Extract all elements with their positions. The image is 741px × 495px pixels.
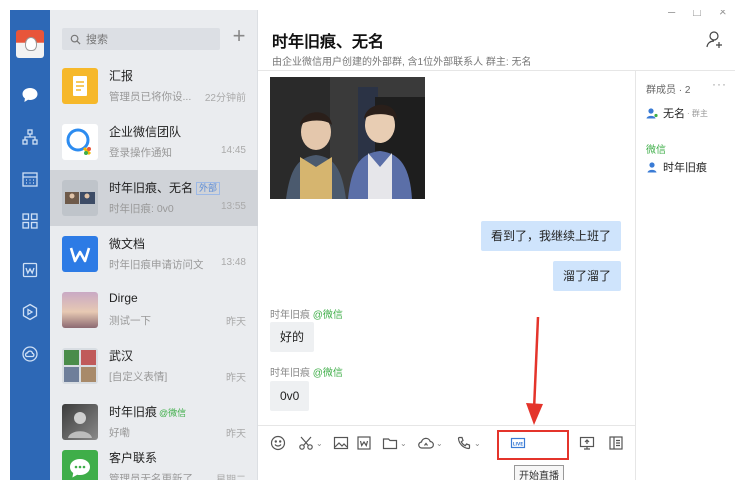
members-count: 群成员 · 2 — [646, 85, 691, 96]
conversation-time: 14:45 — [220, 145, 246, 156]
report-icon — [62, 68, 98, 104]
image-message[interactable] — [270, 77, 425, 199]
input-toolbar: ⌄ ⌄ ⌄ ⌄ LIVE — [258, 430, 635, 458]
emoji-icon[interactable] — [270, 434, 286, 452]
conversation-item[interactable]: 企业微信团队 登录操作通知 14:45 — [50, 114, 258, 170]
search-icon — [70, 34, 81, 45]
contact-avatar — [62, 404, 98, 440]
conversation-title: 时年旧痕 @微信 — [109, 405, 187, 419]
conversation-item[interactable]: 客户联系 管理员无名更新了... 星期二 — [50, 440, 258, 480]
weidoc-icon[interactable] — [18, 258, 42, 282]
close-button[interactable]: × — [719, 10, 727, 19]
cloud-drive-icon[interactable]: ⌄ — [418, 434, 443, 452]
folder-icon[interactable]: ⌄ — [382, 434, 407, 452]
drive-icon[interactable] — [18, 300, 42, 324]
conversation-preview: 好嘞 — [109, 427, 130, 439]
phone-icon[interactable]: ⌄ — [456, 434, 481, 452]
conversation-title: 企业微信团队 — [109, 125, 182, 139]
conversation-item[interactable]: 汇报 管理员已将你设... 22分钟前 — [50, 58, 258, 114]
conversation-item[interactable]: Dirge 测试一下 昨天 — [50, 282, 258, 338]
chat-history-icon[interactable] — [608, 434, 624, 452]
message-sender: 时年旧痕 @微信 — [270, 310, 343, 321]
conversation-title: 武汉 — [109, 349, 134, 363]
share-screen-icon[interactable] — [579, 434, 595, 452]
conversation-title: 汇报 — [109, 69, 134, 83]
conversation-time: 昨天 — [226, 429, 246, 440]
member-icon — [647, 162, 657, 173]
wecom-team-icon — [62, 124, 98, 160]
cloud-icon[interactable] — [18, 342, 42, 366]
conversation-item[interactable]: 微文档 时年旧痕申请访问文... 13:48 — [50, 226, 258, 282]
member-owner[interactable]: 无名 · 群主 — [646, 105, 708, 121]
conversation-preview: 测试一下 — [109, 315, 151, 327]
message-bubble-other: 0v0 — [270, 381, 310, 411]
members-panel: 群成员 · 2 ··· 无名 · 群主 微信 时年旧痕 — [635, 71, 735, 480]
message-area[interactable]: 看到了，我继续上班了 溜了溜了 时年旧痕 @微信 好的 时年旧痕 @微信 0v0 — [258, 71, 635, 426]
conversation-preview: 管理员无名更新了... — [109, 473, 202, 480]
doc-icon[interactable] — [356, 434, 372, 452]
conversation-preview: [自定义表情] — [109, 371, 168, 383]
conversation-item[interactable]: 武汉 [自定义表情] 昨天 — [50, 338, 258, 394]
group-avatar — [62, 348, 98, 384]
message-bubble-self: 溜了溜了 — [552, 261, 621, 291]
calendar-icon[interactable] — [18, 167, 42, 191]
chat-subtitle: 由企业微信用户创建的外部群, 含1位外部联系人 群主: 无名 — [272, 57, 532, 68]
search-input[interactable]: 搜索 — [62, 28, 220, 50]
messages-icon[interactable] — [18, 83, 42, 107]
live-highlight-box — [497, 430, 569, 460]
conversation-preview: 登录操作通知 — [109, 147, 172, 159]
weidoc-app-icon — [62, 236, 98, 272]
chat-title: 时年旧痕、无名 — [272, 34, 385, 51]
conversation-time: 昨天 — [226, 317, 246, 328]
member-wechat[interactable]: 时年旧痕 — [646, 159, 707, 175]
members-more-button[interactable]: ··· — [712, 77, 727, 91]
search-placeholder: 搜索 — [86, 34, 108, 46]
screenshot-icon[interactable]: ⌄ — [298, 434, 323, 452]
conversation-preview: 管理员已将你设... — [109, 91, 192, 103]
conversation-title: Dirge — [109, 291, 138, 305]
dirge-avatar — [62, 292, 98, 328]
conversation-time: 13:55 — [220, 201, 246, 212]
minimize-button[interactable]: – — [668, 10, 675, 19]
external-tag: 外部 — [196, 182, 221, 195]
conversation-title: 客户联系 — [109, 451, 158, 465]
contacts-icon[interactable] — [18, 125, 42, 149]
conversation-preview: 时年旧痕申请访问文... — [109, 259, 204, 271]
wechat-tag: @微信 — [159, 408, 187, 418]
toolbar-divider — [258, 425, 635, 426]
live-tooltip: 开始直播 — [514, 465, 564, 480]
conversation-title: 时年旧痕、无名 外部 — [109, 179, 221, 196]
message-bubble-other: 好的 — [270, 322, 315, 352]
app-window: 搜索 + 汇报 管理员已将你设... 22分钟前 企业微信团队 登录操作通知 1… — [10, 10, 735, 480]
member-icon — [646, 108, 658, 119]
conversation-preview: 时年旧痕: 0v0 — [109, 203, 174, 215]
add-member-icon[interactable] — [705, 29, 725, 49]
conversation-time: 22分钟前 — [204, 93, 246, 104]
chat-pane: – □ × 时年旧痕、无名 由企业微信用户创建的外部群, 含1位外部联系人 群主… — [258, 10, 735, 480]
workbench-icon[interactable] — [18, 209, 42, 233]
annotation-arrow — [526, 316, 543, 425]
nav-rail — [10, 10, 50, 480]
conversation-time: 13:48 — [220, 257, 246, 268]
conversation-time: 星期二 — [216, 471, 246, 480]
group-avatar — [62, 180, 98, 216]
conversation-item-active[interactable]: 时年旧痕、无名 外部 时年旧痕: 0v0 13:55 — [50, 170, 258, 226]
avatar[interactable] — [16, 30, 44, 58]
wechat-group-label: 微信 — [646, 145, 666, 156]
maximize-button[interactable]: □ — [693, 10, 701, 19]
message-bubble-self: 看到了，我继续上班了 — [480, 221, 621, 251]
conversation-time: 昨天 — [226, 373, 246, 384]
image-icon[interactable] — [333, 434, 349, 452]
new-chat-button[interactable]: + — [228, 25, 250, 48]
conversation-title: 微文档 — [109, 237, 146, 251]
message-sender: 时年旧痕 @微信 — [270, 368, 343, 379]
customer-contact-icon — [62, 450, 98, 480]
conversation-list: 搜索 + 汇报 管理员已将你设... 22分钟前 企业微信团队 登录操作通知 1… — [50, 10, 258, 480]
owner-role: · 群主 — [687, 108, 708, 118]
